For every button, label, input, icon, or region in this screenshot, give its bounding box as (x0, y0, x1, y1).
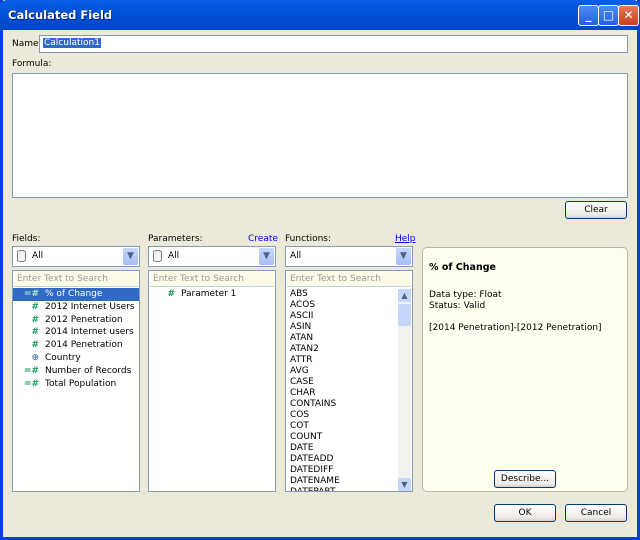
list-item[interactable]: =# Number of Records (13, 365, 139, 378)
list-item[interactable]: DATENAME (286, 476, 398, 487)
list-item[interactable]: =# Total Population (13, 378, 139, 391)
list-item[interactable]: #2014 Penetration (13, 339, 139, 352)
list-item[interactable]: #2014 Internet users (13, 326, 139, 339)
list-item[interactable]: ATAN2 (286, 344, 398, 355)
details-panel: % of Change Data type: Float Status: Val… (422, 247, 628, 492)
list-item-label: Total Population (45, 378, 117, 389)
details-data-type: Data type: Float (429, 290, 502, 300)
list-item[interactable]: ⊕ Country (13, 352, 139, 365)
chevron-down-icon[interactable]: ▼ (259, 248, 274, 265)
close-button[interactable]: ✕ (618, 5, 639, 26)
details-status: Status: Valid (429, 301, 486, 311)
list-item[interactable]: ATTR (286, 355, 398, 366)
list-item[interactable]: ABS (286, 289, 398, 300)
functions-list[interactable]: Enter Text to Search ABS ACOS ASCII ASIN ATA… (285, 270, 413, 492)
number-icon: # (31, 340, 39, 351)
chevron-down-icon[interactable]: ▼ (396, 248, 411, 265)
fields-filter-value: All (32, 251, 44, 261)
list-item[interactable]: DATE (286, 443, 398, 454)
list-item[interactable]: DATEPART (286, 487, 398, 491)
describe-button[interactable]: Describe... (494, 470, 556, 488)
list-item-label: 2012 Penetration (45, 314, 123, 325)
list-item[interactable]: AVG (286, 366, 398, 377)
number-icon: =# (23, 289, 39, 299)
list-item[interactable]: CHAR (286, 388, 398, 399)
parameters-list[interactable]: Enter Text to Search # Parameter 1 (148, 270, 276, 492)
list-item-label: 2014 Penetration (45, 340, 123, 351)
formula-editor[interactable] (12, 73, 628, 198)
list-item-label: 2014 Internet users (45, 327, 134, 338)
create-parameter-link[interactable]: Create (248, 234, 278, 244)
cancel-button[interactable]: Cancel (565, 504, 627, 522)
functions-label: Functions: (285, 234, 332, 244)
list-item-label: Number of Records (45, 365, 132, 376)
window-title: Calculated Field (8, 8, 113, 22)
number-icon: =# (23, 378, 39, 389)
list-item-label: Country (45, 352, 81, 363)
maximize-button[interactable]: □ (598, 5, 619, 26)
list-item[interactable]: DATEADD (286, 454, 398, 465)
parameters-filter-value: All (168, 251, 180, 261)
number-icon: # (31, 301, 39, 312)
list-item-label: 2012 Internet Users (45, 301, 135, 312)
list-item[interactable]: COS (286, 410, 398, 421)
number-icon: =# (23, 365, 39, 376)
details-formula: [2014 Penetration]-[2012 Penetration] (429, 323, 602, 333)
list-item[interactable]: COT (286, 421, 398, 432)
scroll-down-icon[interactable]: ▼ (398, 478, 411, 491)
list-item[interactable]: CONTAINS (286, 399, 398, 410)
database-icon (153, 250, 162, 262)
fields-list[interactable]: Enter Text to Search =# % of Change #2012 … (12, 270, 140, 492)
list-item[interactable]: ASCII (286, 311, 398, 322)
scroll-up-icon[interactable]: ▲ (398, 289, 411, 302)
list-item[interactable]: #2012 Penetration (13, 314, 139, 327)
minimize-button[interactable]: _ (578, 5, 599, 26)
title-bar[interactable]: Calculated Field _ □ ✕ (0, 0, 640, 30)
number-icon: # (167, 289, 175, 299)
name-label: Name: (12, 39, 42, 49)
list-item[interactable]: # Parameter 1 (149, 288, 275, 301)
list-item[interactable]: ACOS (286, 300, 398, 311)
functions-filter-dropdown[interactable]: All ▼ (285, 246, 413, 267)
parameters-label: Parameters: (148, 234, 203, 244)
list-item[interactable]: #2012 Internet Users (13, 301, 139, 314)
number-icon: # (31, 314, 39, 325)
database-icon (17, 250, 26, 262)
number-icon: # (31, 327, 39, 338)
functions-filter-value: All (290, 251, 302, 261)
list-item[interactable]: =# % of Change (13, 288, 139, 301)
functions-search-input[interactable]: Enter Text to Search (287, 272, 411, 287)
functions-scrollbar[interactable]: ▲ ▼ (398, 289, 411, 491)
fields-filter-dropdown[interactable]: All ▼ (12, 246, 140, 267)
list-item-label: Parameter 1 (181, 289, 237, 299)
list-item-label: % of Change (45, 289, 103, 299)
fields-label: Fields: (12, 234, 41, 244)
chevron-down-icon[interactable]: ▼ (123, 248, 138, 265)
list-item[interactable]: COUNT (286, 432, 398, 443)
list-item[interactable]: DATEDIFF (286, 465, 398, 476)
name-value: Calculation1 (43, 38, 101, 48)
list-item[interactable]: ASIN (286, 322, 398, 333)
fields-search-input[interactable]: Enter Text to Search (14, 272, 138, 287)
clear-button[interactable]: Clear (565, 201, 627, 219)
list-item[interactable]: ATAN (286, 333, 398, 344)
globe-icon: ⊕ (31, 352, 39, 363)
details-title: % of Change (429, 262, 496, 273)
name-input[interactable]: Calculation1 (39, 35, 628, 53)
parameters-filter-dropdown[interactable]: All ▼ (148, 246, 276, 267)
help-link[interactable]: Help (395, 234, 416, 244)
ok-button[interactable]: OK (494, 504, 556, 522)
formula-label: Formula: (12, 59, 52, 69)
parameters-search-input[interactable]: Enter Text to Search (150, 272, 274, 287)
list-item[interactable]: CASE (286, 377, 398, 388)
scroll-thumb[interactable] (398, 304, 411, 326)
